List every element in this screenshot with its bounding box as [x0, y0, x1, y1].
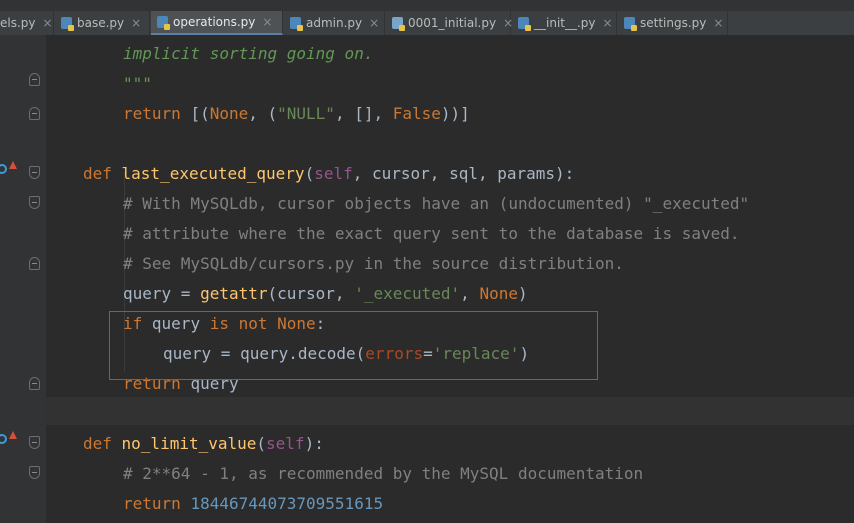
keyword: def	[83, 434, 122, 453]
tab-base[interactable]: base.py ×	[55, 11, 150, 35]
code-text: [(	[190, 104, 210, 123]
code-text: , cursor, sql, params):	[352, 164, 575, 183]
fold-marker-icon[interactable]	[29, 107, 40, 120]
code-editor[interactable]: implicit sorting going on. """ return [(…	[46, 35, 854, 523]
tab-0001-initial[interactable]: 0001_initial.py ×	[386, 11, 513, 35]
self-keyword: self	[314, 164, 353, 183]
python-file-icon	[518, 17, 531, 31]
python-file-icon	[157, 16, 170, 30]
keyword: False	[392, 104, 441, 123]
docstring-text: implicit sorting going on.	[123, 44, 374, 63]
fold-marker-icon[interactable]	[29, 166, 40, 179]
tab-settings[interactable]: settings.py ×	[618, 11, 728, 35]
editor-tab-bar: els.py × base.py × operations.py × admin…	[0, 0, 854, 35]
tab-label: __init__.py	[534, 16, 596, 30]
close-icon[interactable]: ×	[131, 16, 141, 30]
number-literal: 18446744073709551615	[190, 494, 384, 513]
self-keyword: self	[266, 434, 305, 453]
code-line[interactable]: # See MySQLdb/cursors.py in the source d…	[123, 249, 624, 279]
code-text: (	[304, 164, 315, 183]
string-literal: "NULL"	[277, 104, 335, 123]
function-name: last_executed_query	[121, 164, 305, 183]
fold-marker-icon[interactable]	[29, 466, 40, 479]
comment: # With MySQLdb, cursor objects have an (…	[123, 194, 750, 213]
tab-models[interactable]: els.py ×	[0, 11, 54, 35]
python-file-icon	[624, 17, 637, 31]
comment: # 2**64 - 1, as recommended by the MySQL…	[123, 464, 644, 483]
python-file-icon	[392, 17, 405, 31]
close-icon[interactable]: ×	[603, 16, 613, 30]
code-line[interactable]: query = getattr(cursor, '_executed', Non…	[123, 279, 528, 309]
code-line[interactable]: # attribute where the exact query sent t…	[123, 219, 740, 249]
keyword: return	[123, 494, 191, 513]
code-text: , (	[248, 104, 278, 123]
editor-gutter	[0, 35, 46, 523]
tab-operations[interactable]: operations.py ×	[151, 11, 283, 35]
keyword: None	[209, 104, 249, 123]
tab-label: admin.py	[306, 16, 363, 30]
code-line[interactable]: # With MySQLdb, cursor objects have an (…	[123, 189, 749, 219]
tab-label: base.py	[77, 16, 125, 30]
tab-label: settings.py	[640, 16, 707, 30]
overrides-method-icon[interactable]	[0, 434, 7, 444]
fold-marker-icon[interactable]	[29, 377, 40, 390]
close-icon[interactable]: ×	[713, 16, 723, 30]
code-text: ,	[460, 284, 480, 303]
comment: # See MySQLdb/cursors.py in the source d…	[123, 254, 624, 273]
comment: # attribute where the exact query sent t…	[123, 224, 740, 243]
code-text: )	[517, 284, 528, 303]
builtin-function: getattr	[200, 284, 268, 303]
code-text: , [],	[334, 104, 393, 123]
tab-label: operations.py	[173, 15, 256, 29]
keyword: return	[123, 104, 191, 123]
code-line[interactable]: def no_limit_value(self):	[83, 429, 324, 459]
overrides-method-icon[interactable]	[0, 164, 7, 174]
python-file-icon	[61, 17, 74, 31]
override-up-arrow-icon[interactable]	[9, 431, 17, 439]
code-text: query =	[123, 284, 201, 303]
tab-admin[interactable]: admin.py ×	[284, 11, 385, 35]
code-line[interactable]: # 2**64 - 1, as recommended by the MySQL…	[123, 459, 643, 489]
caret-row-highlight	[46, 397, 854, 425]
tab-label: els.py	[0, 16, 36, 30]
code-line[interactable]: def last_executed_query(self, cursor, sq…	[83, 159, 574, 189]
code-text: (cursor,	[267, 284, 355, 303]
docstring-text: """	[123, 74, 152, 93]
code-line[interactable]: return 18446744073709551615	[123, 489, 383, 519]
fold-marker-icon[interactable]	[29, 257, 40, 270]
override-up-arrow-icon[interactable]	[9, 161, 17, 169]
code-text: ):	[304, 434, 324, 453]
code-line[interactable]: return [(None, ("NULL", [], False))]	[123, 99, 470, 129]
string-literal: '_executed'	[354, 284, 461, 303]
fold-marker-icon[interactable]	[29, 196, 40, 209]
tab-label: 0001_initial.py	[408, 16, 497, 30]
function-name: no_limit_value	[121, 434, 257, 453]
fold-marker-icon[interactable]	[29, 436, 40, 449]
code-text: ))]	[440, 104, 470, 123]
code-text: (	[256, 434, 267, 453]
code-line[interactable]: implicit sorting going on.	[123, 39, 373, 69]
annotation-highlight-box	[109, 311, 598, 380]
python-file-icon	[290, 17, 303, 31]
keyword: def	[83, 164, 122, 183]
close-icon[interactable]: ×	[262, 15, 272, 29]
close-icon[interactable]: ×	[369, 16, 379, 30]
keyword: None	[479, 284, 518, 303]
tab-bar-top-strip	[0, 0, 854, 11]
code-line[interactable]: """	[123, 69, 152, 99]
fold-marker-icon[interactable]	[29, 73, 40, 86]
close-icon[interactable]: ×	[43, 16, 53, 30]
tab-init[interactable]: __init__.py ×	[512, 11, 617, 35]
